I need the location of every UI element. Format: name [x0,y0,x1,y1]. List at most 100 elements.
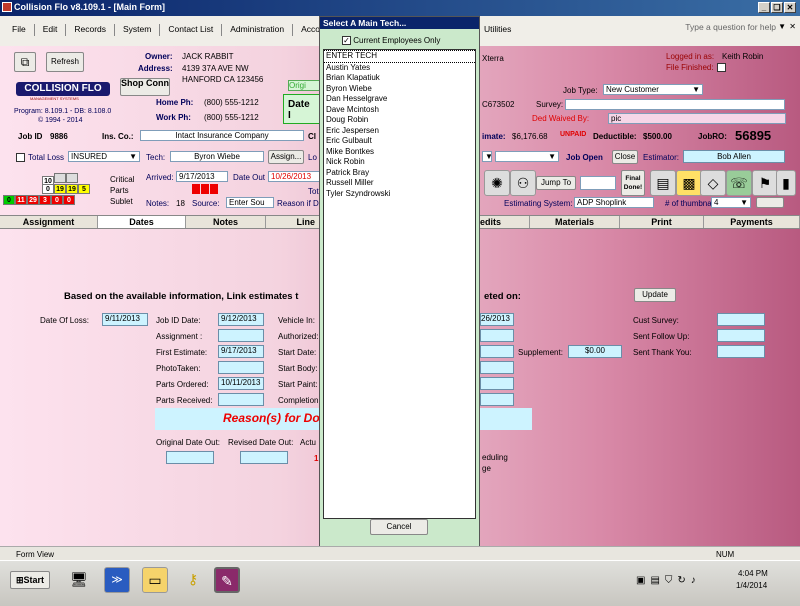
menu-records[interactable]: Records [68,24,112,36]
ins-co-field[interactable]: Intact Insurance Company [140,130,304,141]
shield-icon[interactable]: ⛉ [665,575,673,586]
update-button[interactable]: Update [634,288,676,302]
insured-select[interactable]: INSURED ▼ [68,151,140,162]
help-search-input[interactable]: Type a question for help [685,22,776,32]
menu-system[interactable]: System [117,24,157,36]
tech-list-item[interactable]: Eric Jespersen [324,126,475,137]
job-id-date-field[interactable]: 9/12/2013 [218,313,264,326]
right-field-6[interactable] [480,393,514,406]
tech-field[interactable]: Byron Wiebe [170,151,264,162]
tab-payments[interactable]: Payments [704,216,800,228]
first-estimate-field[interactable]: 9/17/2013 [218,345,264,358]
menu-administration[interactable]: Administration [224,24,290,36]
parts-ordered-field[interactable]: 10/11/2013 [218,377,264,390]
checkbox-checked-icon[interactable]: ✓ [342,36,351,46]
refresh-button[interactable]: Refresh [46,52,84,72]
tech-list-item[interactable]: Brian Klapatiuk [324,73,475,84]
original-date-out-field[interactable] [166,451,214,464]
ded-waived-field[interactable]: pic [608,113,786,124]
sent-follow-up-field[interactable] [717,329,765,342]
tab-notes[interactable]: Notes [186,216,266,228]
cancel-button[interactable]: Cancel [370,519,428,535]
right-field-3[interactable] [480,345,514,358]
computer-icon[interactable]: 🖥 [66,567,92,593]
tab-materials[interactable]: Materials [530,216,620,228]
tech-list-item[interactable]: Austin Yates [324,63,475,74]
sent-thank-you-field[interactable] [717,345,765,358]
minimize-button[interactable]: _ [758,2,770,13]
form-icon[interactable]: ▤ [650,170,676,196]
final-done-button[interactable]: Final Done! [621,170,645,196]
picture-icon[interactable]: ▩ [676,170,702,196]
assign-button[interactable]: Assign... [268,150,304,164]
network-icon[interactable]: ▣ [636,575,645,586]
est-system-field[interactable]: ADP Shoplink [574,197,654,208]
current-employees-toggle[interactable]: ✓ Current Employees Only [342,36,440,46]
phone-icon[interactable]: ☏ [726,170,752,196]
window-icon[interactable]: ⧉ [14,52,36,72]
tech-list-item[interactable]: Eric Gulbault [324,136,475,147]
diamond-icon[interactable]: ◇ [700,170,726,196]
tech-list-item[interactable]: Nick Robin [324,157,475,168]
tech-listbox[interactable]: ENTER TECH Austin Yates Brian Klapatiuk Byr… [323,49,476,519]
tech-list-item[interactable]: Mike Bontkes [324,147,475,158]
volume-icon[interactable]: ♪ [691,575,696,586]
sun-icon[interactable]: ✺ [484,170,510,196]
tab-dates[interactable]: Dates [98,216,186,228]
shop-conn-button[interactable]: Shop Conn [120,78,170,96]
photo-taken-field[interactable] [218,361,264,374]
close-button[interactable]: ✕ [784,2,796,13]
flag-icon[interactable]: ⚑ [752,170,778,196]
tech-list-item[interactable]: ENTER TECH [324,50,475,63]
tab-print[interactable]: Print [620,216,704,228]
tech-list-item[interactable]: Byron Wiebe [324,84,475,95]
stamp-icon[interactable]: ▮ [776,170,796,196]
right-field-2[interactable] [480,329,514,342]
monitor-icon[interactable]: ▤ [650,575,659,586]
arrived-field[interactable]: 9/17/2013 [176,171,228,182]
close-job-button[interactable]: Close [612,150,638,164]
job-type-select[interactable]: New Customer ▼ [603,84,703,95]
pin-icon[interactable]: ▼ [778,22,786,31]
powershell-icon[interactable]: ≫ [104,567,130,593]
tab-edits[interactable]: edits [480,216,530,228]
start-button[interactable]: ⊞Start [10,571,50,589]
sync-icon[interactable]: ↻ [677,575,685,586]
jump-to-button[interactable]: Jump To [536,176,576,190]
menu-edit[interactable]: Edit [37,24,64,36]
tech-list-item[interactable]: Tyler Szyndrowski [324,189,475,200]
key-icon[interactable]: ⚷ [180,567,206,593]
right-field-4[interactable] [480,361,514,374]
binoculars-icon[interactable]: ⚇ [510,170,536,196]
menu-contact-list[interactable]: Contact List [162,24,219,36]
tab-assignment[interactable]: Assignment [0,216,98,228]
estimator-field[interactable]: Bob Allen [683,150,785,163]
source-select[interactable]: Enter Sou▼ [226,197,274,208]
cust-survey-field[interactable] [717,313,765,326]
date-out-field[interactable]: 10/26/2013 [268,171,320,182]
file-finished-checkbox[interactable] [717,63,726,72]
tech-list-item[interactable]: Dan Hesselgrave [324,94,475,105]
right-field-5[interactable] [480,377,514,390]
thumbnails-button[interactable] [756,197,784,208]
supplement-field[interactable]: $0.00 [568,345,622,358]
assignment-field[interactable] [218,329,264,342]
left-select-stub[interactable]: ▼ [482,151,492,162]
maximize-button[interactable]: ❑ [771,2,783,13]
jump-to-field[interactable] [580,176,616,190]
collision-flo-task-icon[interactable]: ✎ [214,567,240,593]
tech-list-item[interactable]: Russell Miller [324,178,475,189]
right-date-field[interactable]: 26/2013 [480,313,514,326]
folder-icon[interactable]: ▭ [142,567,168,593]
mdi-close-icon[interactable]: ✕ [789,22,796,31]
date-of-loss-field[interactable]: 9/11/2013 [102,313,148,326]
total-loss-checkbox[interactable] [16,153,25,162]
status-select[interactable]: ▼ [495,151,559,162]
revised-date-out-field[interactable] [240,451,288,464]
menu-file[interactable]: File [6,24,32,36]
parts-received-field[interactable] [218,393,264,406]
thumbnails-select[interactable]: 4 ▼ [711,197,751,208]
tech-list-item[interactable]: Dave Mcintosh [324,105,475,116]
tab-line[interactable]: Line [266,216,320,228]
tech-list-item[interactable]: Patrick Bray [324,168,475,179]
